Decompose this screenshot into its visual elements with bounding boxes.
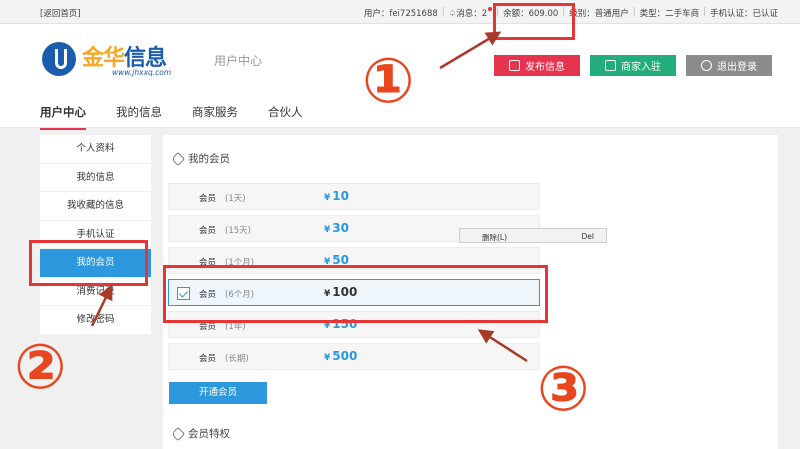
annotation-arrows (90, 31, 528, 363)
arrow-1 (439, 31, 502, 70)
arrow-3 (477, 329, 528, 363)
arrow-2 (90, 284, 113, 327)
